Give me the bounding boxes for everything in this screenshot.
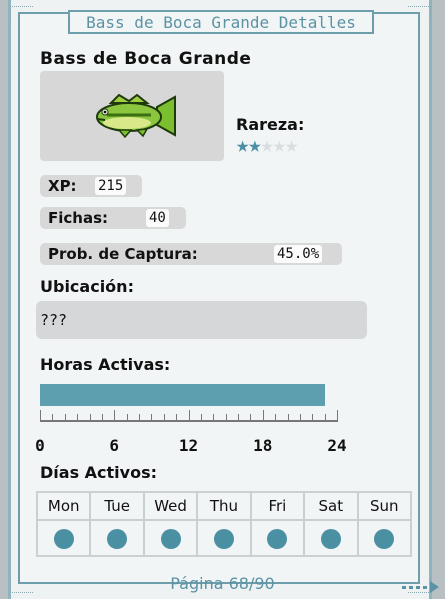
tokens-value: 40: [146, 209, 169, 227]
star-filled-icon: ★: [248, 133, 261, 158]
catch-chance-label: Prob. de Captura:: [48, 245, 198, 263]
day-column: Sun: [358, 493, 410, 555]
day-name: Tue: [91, 493, 143, 521]
star-filled-icon: ★: [236, 133, 249, 158]
hours-scale-tick: [163, 414, 165, 422]
rarity-stars: ★★★★★: [236, 133, 298, 158]
xp-value: 215: [95, 177, 127, 195]
page-indicator: Página 68/90: [170, 574, 275, 593]
star-empty-icon: ★: [272, 133, 286, 158]
next-page-arrow-icon[interactable]: [400, 580, 440, 594]
hours-tick-label: 18: [253, 436, 273, 455]
hours-tick-label: 6: [109, 436, 120, 455]
day-active-dot-icon: [320, 529, 341, 549]
days-label: Días Activos:: [40, 463, 157, 482]
day-name: Mon: [38, 493, 90, 521]
hours-scale-tick: [89, 414, 91, 422]
hours-scale-tick: [262, 410, 264, 422]
day-active-dot-icon: [213, 529, 234, 549]
day-active-dot-icon: [160, 529, 181, 549]
hours-scale-tick: [312, 414, 314, 422]
day-column: Thu: [198, 493, 252, 555]
fish-name: Bass de Boca Grande: [40, 49, 252, 69]
active-days-table: Mon Tue Wed Thu Fri Sat Sun: [36, 491, 412, 557]
day-column: Sat: [305, 493, 359, 555]
day-name: Wed: [144, 493, 197, 521]
day-name: Fri: [251, 493, 304, 521]
xp-stat: XP: 215: [40, 175, 142, 197]
hours-scale-tick: [238, 414, 239, 422]
location-label: Ubicación:: [40, 277, 134, 296]
star-empty-icon: ★: [285, 133, 298, 158]
day-name: Sat: [305, 493, 357, 521]
day-active-dot-icon: [374, 529, 395, 549]
day-column: Tue: [91, 493, 145, 555]
hours-label: Horas Activas:: [40, 355, 171, 374]
hours-scale-tick: [299, 414, 301, 422]
catch-chance-stat: Prob. de Captura: 45.0%: [40, 243, 342, 265]
hours-scale-tick: [324, 414, 326, 422]
fish-icon: [96, 93, 176, 139]
hours-scale-tick: [101, 414, 103, 422]
hours-scale-tick: [275, 414, 277, 422]
star-empty-icon: ★: [260, 133, 274, 158]
hours-scale-tick: [139, 414, 140, 422]
hours-scale-tick: [250, 414, 252, 422]
tokens-label: Fichas:: [48, 209, 109, 227]
day-name: Thu: [198, 493, 250, 521]
day-active-dot-icon: [267, 529, 288, 549]
corner-ornament: [408, 6, 431, 21]
fish-portrait: [40, 71, 224, 161]
day-active-dot-icon: [107, 529, 128, 549]
hours-scale-tick: [200, 414, 202, 422]
hours-tick-label: 24: [327, 436, 347, 455]
hours-scale-tick: [77, 414, 79, 422]
hours-tick-label: 12: [178, 436, 199, 455]
rarity-label: Rareza:: [236, 115, 305, 134]
hours-scale-tick: [151, 414, 153, 422]
hours-scale-tick: [126, 414, 128, 422]
day-name: Sun: [358, 493, 410, 521]
hours-scale-tick: [114, 410, 116, 422]
day-active-dot-icon: [53, 529, 74, 549]
hours-scale-tick: [40, 410, 41, 422]
day-column: Fri: [251, 493, 306, 555]
hours-scale-tick: [188, 410, 190, 422]
window-title: Bass de Boca Grande Detalles: [68, 10, 374, 34]
hours-scale-tick: [64, 414, 66, 422]
day-column: Wed: [144, 493, 199, 555]
catch-chance-value: 45.0%: [274, 245, 323, 263]
hours-scale-tick: [225, 414, 227, 422]
hours-scale-tick: [52, 414, 54, 422]
hours-scale-tick: [176, 414, 178, 422]
hours-scale-tick: [337, 410, 338, 422]
hours-tick-label: 0: [35, 436, 45, 455]
xp-label: XP:: [48, 177, 77, 195]
day-column: Mon: [38, 493, 92, 555]
tokens-stat: Fichas: 40: [40, 207, 186, 229]
hours-scale-tick: [287, 414, 289, 422]
corner-ornament: [10, 6, 33, 21]
location-value: ???: [36, 301, 367, 339]
active-hours-bar: [40, 384, 325, 406]
hours-scale-tick: [213, 414, 215, 422]
